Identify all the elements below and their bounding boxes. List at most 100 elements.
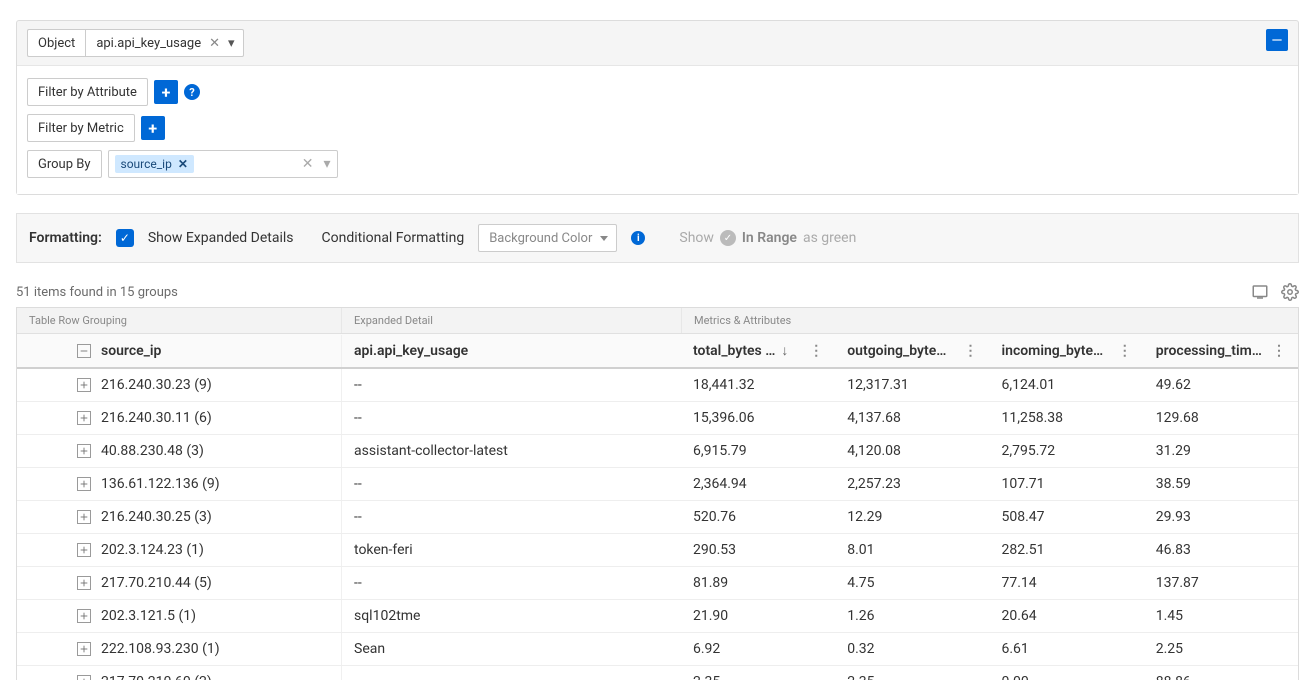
detail-cell: -- — [341, 468, 681, 500]
filter-metric-button[interactable]: Filter by Metric — [27, 114, 135, 142]
expand-row-icon[interactable] — [77, 642, 91, 656]
band-detail: Expanded Detail — [341, 308, 681, 333]
group-text: 216.240.30.23 (9) — [101, 377, 212, 393]
header-processing-time[interactable]: processing_time… ⋮ — [1144, 335, 1298, 367]
header-detail[interactable]: api.api_key_usage — [341, 335, 681, 367]
metric-cell: 290.53 — [681, 534, 835, 566]
group-cell[interactable]: 202.3.121.5 (1) — [17, 600, 341, 632]
panel-header: Object api.api_key_usage ✕ ▾ — [17, 21, 1298, 65]
header-metric-text: outgoing_bytes (… — [847, 343, 953, 359]
group-text: 40.88.230.48 (3) — [101, 443, 204, 459]
caret-down-icon[interactable]: ▾ — [228, 36, 235, 51]
header-metric-text: incoming_bytes … — [1002, 343, 1108, 359]
table-row: 216.240.30.23 (9)--18,441.3212,317.316,1… — [17, 369, 1298, 402]
table-row: 217.70.210.44 (5)--81.894.7577.14137.87 — [17, 567, 1298, 600]
group-cell[interactable]: 216.240.30.11 (6) — [17, 402, 341, 434]
object-select[interactable]: api.api_key_usage ✕ ▾ — [85, 29, 243, 57]
table-row: 222.108.93.230 (1)Sean6.920.326.612.25 — [17, 633, 1298, 666]
group-cell[interactable]: 216.240.30.23 (9) — [17, 369, 341, 401]
group-cell[interactable]: 136.61.122.136 (9) — [17, 468, 341, 500]
header-total-bytes[interactable]: total_bytes … ↓ ⋮ — [681, 334, 835, 367]
filter-attribute-button[interactable]: Filter by Attribute — [27, 78, 148, 106]
group-cell[interactable]: 217.70.210.60 (2) — [17, 666, 341, 680]
metric-cell: 137.87 — [1144, 567, 1298, 599]
table-row: 40.88.230.48 (3) assistant-collector-late… — [17, 435, 1298, 468]
group-cell[interactable]: 40.88.230.48 (3) — [17, 435, 341, 467]
collapse-panel-button[interactable] — [1266, 29, 1288, 51]
metric-cell: 282.51 — [990, 534, 1144, 566]
group-by-label: Group By — [27, 150, 102, 178]
expand-row-icon[interactable] — [77, 543, 91, 557]
column-menu-icon[interactable]: ⋮ — [805, 343, 823, 359]
column-menu-icon[interactable]: ⋮ — [960, 343, 978, 359]
group-text: 202.3.121.5 (1) — [101, 608, 196, 624]
metric-cell: 38.59 — [1144, 468, 1298, 500]
group-text: 217.70.210.44 (5) — [101, 575, 212, 591]
collapse-all-icon[interactable] — [77, 344, 91, 358]
expand-row-icon[interactable] — [77, 444, 91, 458]
table-row: 136.61.122.136 (9)--2,364.942,257.23107.… — [17, 468, 1298, 501]
add-metric-filter-button[interactable]: + — [141, 116, 165, 140]
export-icon[interactable] — [1251, 283, 1269, 301]
filter-attribute-row: Filter by Attribute + ? — [27, 78, 1288, 106]
help-icon[interactable]: ? — [184, 84, 200, 100]
expand-row-icon[interactable] — [77, 411, 91, 425]
metric-cell: 2,795.72 — [990, 435, 1144, 467]
show-expanded-label: Show Expanded Details — [148, 230, 294, 246]
chip-text: source_ip — [121, 157, 172, 171]
metric-cell: 21.90 — [681, 600, 835, 632]
detail-cell: token-feri — [341, 534, 681, 566]
header-outgoing-bytes[interactable]: outgoing_bytes (… ⋮ — [835, 335, 989, 367]
detail-cell: assistant-collector-latest — [341, 435, 681, 467]
sort-desc-icon[interactable]: ↓ — [781, 342, 788, 359]
metric-cell: 1.45 — [1144, 600, 1298, 632]
info-icon[interactable]: i — [631, 231, 645, 245]
column-menu-icon[interactable]: ⋮ — [1114, 343, 1132, 359]
table-row: 216.240.30.11 (6)--15,396.064,137.6811,2… — [17, 402, 1298, 435]
expand-row-icon[interactable] — [77, 378, 91, 392]
group-cell[interactable]: 222.108.93.230 (1) — [17, 633, 341, 665]
metric-cell: 77.14 — [990, 567, 1144, 599]
expand-row-icon[interactable] — [77, 477, 91, 491]
expand-row-icon[interactable] — [77, 609, 91, 623]
metric-cell: 49.62 — [1144, 369, 1298, 401]
table-row: 217.70.210.60 (2)--2.352.350.0088.86 — [17, 666, 1298, 680]
detail-cell: -- — [341, 666, 681, 680]
show-expanded-checkbox[interactable]: ✓ — [116, 229, 134, 247]
band-grouping: Table Row Grouping — [17, 308, 341, 333]
metric-cell: 20.64 — [990, 600, 1144, 632]
column-band-row: Table Row Grouping Expanded Detail Metri… — [17, 308, 1298, 334]
header-metric-text: processing_time… — [1156, 343, 1262, 359]
add-attribute-filter-button[interactable]: + — [154, 80, 178, 104]
clear-groupby-icon[interactable]: ✕ — [302, 156, 314, 172]
expand-row-icon[interactable] — [77, 675, 91, 680]
table-row: 202.3.121.5 (1)sql102tme21.901.2620.641.… — [17, 600, 1298, 633]
metric-cell: 6.61 — [990, 633, 1144, 665]
metric-cell: 88.86 — [1144, 666, 1298, 680]
gear-icon[interactable] — [1281, 283, 1299, 301]
column-menu-icon[interactable]: ⋮ — [1268, 343, 1286, 359]
group-by-input[interactable]: source_ip ✕ ✕ ▾ — [108, 150, 338, 178]
header-source-ip[interactable]: source_ip — [17, 335, 341, 367]
header-incoming-bytes[interactable]: incoming_bytes … ⋮ — [990, 335, 1144, 367]
detail-cell: sql102tme — [341, 600, 681, 632]
group-cell[interactable]: 216.240.30.25 (3) — [17, 501, 341, 533]
table-row: 216.240.30.25 (3)--520.7612.29508.4729.9… — [17, 501, 1298, 534]
metric-cell: 4.75 — [835, 567, 989, 599]
conditional-formatting-label: Conditional Formatting — [321, 230, 464, 246]
detail-cell: -- — [341, 501, 681, 533]
background-color-select[interactable]: Background Color — [478, 224, 617, 252]
table-header-row: source_ip api.api_key_usage total_bytes … — [17, 334, 1298, 369]
expand-row-icon[interactable] — [77, 576, 91, 590]
metric-cell: 4,120.08 — [835, 435, 989, 467]
group-cell[interactable]: 217.70.210.44 (5) — [17, 567, 341, 599]
detail-cell: -- — [341, 567, 681, 599]
caret-down-icon[interactable]: ▾ — [323, 156, 330, 172]
group-cell[interactable]: 202.3.124.23 (1) — [17, 534, 341, 566]
remove-chip-icon[interactable]: ✕ — [178, 157, 188, 171]
group-text: 216.240.30.25 (3) — [101, 509, 212, 525]
summary-text: 51 items found in 15 groups — [16, 285, 178, 300]
expand-row-icon[interactable] — [77, 510, 91, 524]
group-text: 202.3.124.23 (1) — [101, 542, 204, 558]
clear-object-icon[interactable]: ✕ — [209, 36, 220, 51]
